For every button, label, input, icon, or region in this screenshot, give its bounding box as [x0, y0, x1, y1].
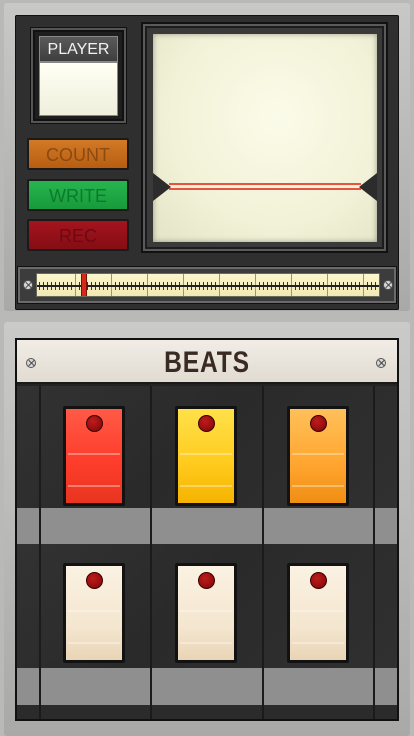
signal-trace	[169, 183, 361, 190]
beats-header: BEATS	[17, 340, 397, 384]
bottom-band	[17, 705, 397, 719]
player-screen	[39, 62, 118, 116]
count-button[interactable]: COUNT	[27, 138, 129, 170]
screw-icon	[23, 280, 33, 290]
beats-title: BEATS	[164, 346, 250, 379]
beat-pad-2[interactable]	[175, 406, 237, 506]
beat-pad-5[interactable]	[175, 563, 237, 663]
beats-grid	[17, 386, 397, 719]
player-label: PLAYER	[39, 36, 118, 62]
column-divider	[262, 386, 264, 719]
left-marker-icon	[153, 173, 171, 201]
slider-handle[interactable]	[81, 274, 87, 296]
beats-panel: BEATS	[15, 338, 399, 721]
pad-led-icon	[310, 572, 327, 589]
column-divider	[150, 386, 152, 719]
scale-line	[37, 285, 379, 287]
screw-icon	[376, 358, 386, 368]
beat-pad-3[interactable]	[287, 406, 349, 506]
column-divider	[373, 386, 375, 719]
column-divider	[39, 386, 41, 719]
right-marker-icon	[359, 173, 377, 201]
position-slider[interactable]	[18, 267, 396, 303]
row-divider	[17, 668, 397, 705]
pad-led-icon	[86, 415, 103, 432]
player-module: PLAYER	[31, 28, 126, 123]
pad-led-icon	[86, 572, 103, 589]
pad-led-icon	[310, 415, 327, 432]
row-divider	[17, 508, 397, 544]
screw-icon	[383, 280, 393, 290]
write-button[interactable]: WRITE	[27, 179, 129, 211]
beat-pad-4[interactable]	[63, 563, 125, 663]
display-bezel	[143, 24, 386, 251]
rec-button[interactable]: REC	[27, 219, 129, 251]
pad-led-icon	[198, 572, 215, 589]
beat-pad-6[interactable]	[287, 563, 349, 663]
display-screen	[153, 34, 377, 242]
pad-led-icon	[198, 415, 215, 432]
beat-pad-1[interactable]	[63, 406, 125, 506]
slider-scale	[36, 273, 380, 297]
screw-icon	[26, 358, 36, 368]
